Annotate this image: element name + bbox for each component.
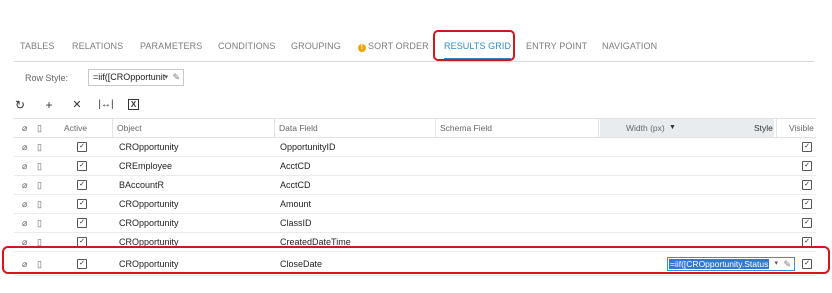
- column-separator: [598, 119, 599, 137]
- excel-export-icon[interactable]: X: [128, 99, 139, 110]
- tab-bar: TABLES RELATIONS PARAMETERS CONDITIONS G…: [14, 33, 814, 62]
- delete-icon[interactable]: ✕: [69, 97, 85, 113]
- sort-desc-icon[interactable]: ▼: [669, 119, 676, 137]
- row-style-label: Row Style:: [25, 73, 69, 83]
- note-icon[interactable]: ▯: [37, 176, 42, 194]
- header-style[interactable]: Style: [754, 119, 773, 137]
- column-separator: [776, 119, 777, 137]
- attachment-icon[interactable]: ⌀: [22, 214, 27, 232]
- cell-object[interactable]: CREmployee: [119, 157, 172, 175]
- warning-icon: !: [358, 44, 366, 52]
- attachment-icon[interactable]: ⌀: [22, 138, 27, 156]
- attachment-icon[interactable]: ⌀: [22, 157, 27, 175]
- highlight-box-tab: [433, 30, 515, 61]
- tab-conditions[interactable]: CONDITIONS: [218, 33, 276, 60]
- grid-header: ⌀ ▯ Active Object Data Field Schema Fiel…: [14, 118, 816, 138]
- tab-navigation[interactable]: NAVIGATION: [602, 33, 657, 60]
- note-icon[interactable]: ▯: [37, 157, 42, 175]
- header-visible[interactable]: Visible: [789, 119, 814, 137]
- attachment-icon[interactable]: ⌀: [22, 195, 27, 213]
- cell-object[interactable]: CROpportunity: [119, 195, 179, 213]
- header-active[interactable]: Active: [64, 119, 87, 137]
- cell-object[interactable]: CROpportunity: [119, 214, 179, 232]
- row-style-input[interactable]: =iif([CROpportunit ▾ ✎: [88, 69, 184, 86]
- header-width[interactable]: Width (px): [626, 119, 665, 137]
- cell-data-field[interactable]: OpportunityID: [280, 138, 336, 156]
- visible-checkbox[interactable]: ✓: [802, 180, 812, 190]
- note-icon[interactable]: ▯: [37, 138, 42, 156]
- tab-grouping[interactable]: GROUPING: [291, 33, 341, 60]
- cell-data-field[interactable]: AcctCD: [280, 176, 311, 194]
- column-separator: [112, 119, 113, 137]
- visible-checkbox[interactable]: ✓: [802, 199, 812, 209]
- tab-entry-point[interactable]: ENTRY POINT: [526, 33, 587, 60]
- chevron-down-icon[interactable]: ▾: [164, 70, 168, 85]
- visible-checkbox[interactable]: ✓: [802, 142, 812, 152]
- cell-data-field[interactable]: Amount: [280, 195, 311, 213]
- tab-parameters[interactable]: PARAMETERS: [140, 33, 202, 60]
- table-row[interactable]: ⌀ ▯ ✓ BAccountR AcctCD ✓: [14, 176, 816, 195]
- add-icon[interactable]: +: [41, 97, 57, 113]
- header-schema-field[interactable]: Schema Field: [440, 119, 492, 137]
- table-row[interactable]: ⌀ ▯ ✓ CROpportunity ClassID ✓: [14, 214, 816, 233]
- cell-object[interactable]: CROpportunity: [119, 138, 179, 156]
- cell-data-field[interactable]: AcctCD: [280, 157, 311, 175]
- note-icon[interactable]: ▯: [37, 214, 42, 232]
- column-separator: [435, 119, 436, 137]
- note-icon[interactable]: ▯: [37, 195, 42, 213]
- visible-checkbox[interactable]: ✓: [802, 161, 812, 171]
- refresh-icon[interactable]: ↻: [12, 97, 28, 113]
- visible-checkbox[interactable]: ✓: [802, 218, 812, 228]
- table-row[interactable]: ⌀ ▯ ✓ CROpportunity Amount ✓: [14, 195, 816, 214]
- header-data-field[interactable]: Data Field: [279, 119, 318, 137]
- attachment-icon: ⌀: [22, 123, 28, 133]
- attachment-icon[interactable]: ⌀: [22, 176, 27, 194]
- active-checkbox[interactable]: ✓: [77, 161, 87, 171]
- active-checkbox[interactable]: ✓: [77, 218, 87, 228]
- cell-object[interactable]: BAccountR: [119, 176, 164, 194]
- tab-sort-order[interactable]: ! SORT ORDER: [358, 33, 429, 60]
- table-row[interactable]: ⌀ ▯ ✓ CROpportunity OpportunityID ✓: [14, 138, 816, 157]
- active-checkbox[interactable]: ✓: [77, 180, 87, 190]
- row-style-value: =iif([CROpportunit: [93, 72, 166, 82]
- cell-data-field[interactable]: ClassID: [280, 214, 312, 232]
- fit-columns-icon[interactable]: |↔|: [98, 97, 114, 113]
- active-checkbox[interactable]: ✓: [77, 142, 87, 152]
- note-icon: ▯: [37, 123, 42, 133]
- column-separator: [274, 119, 275, 137]
- tab-tables[interactable]: TABLES: [20, 33, 54, 60]
- pencil-icon[interactable]: ✎: [172, 70, 180, 85]
- header-object[interactable]: Object: [117, 119, 142, 137]
- highlight-box-row: [2, 246, 830, 274]
- tab-sort-order-label: SORT ORDER: [368, 41, 429, 51]
- tab-relations[interactable]: RELATIONS: [72, 33, 123, 60]
- active-checkbox[interactable]: ✓: [77, 199, 87, 209]
- table-row[interactable]: ⌀ ▯ ✓ CREmployee AcctCD ✓: [14, 157, 816, 176]
